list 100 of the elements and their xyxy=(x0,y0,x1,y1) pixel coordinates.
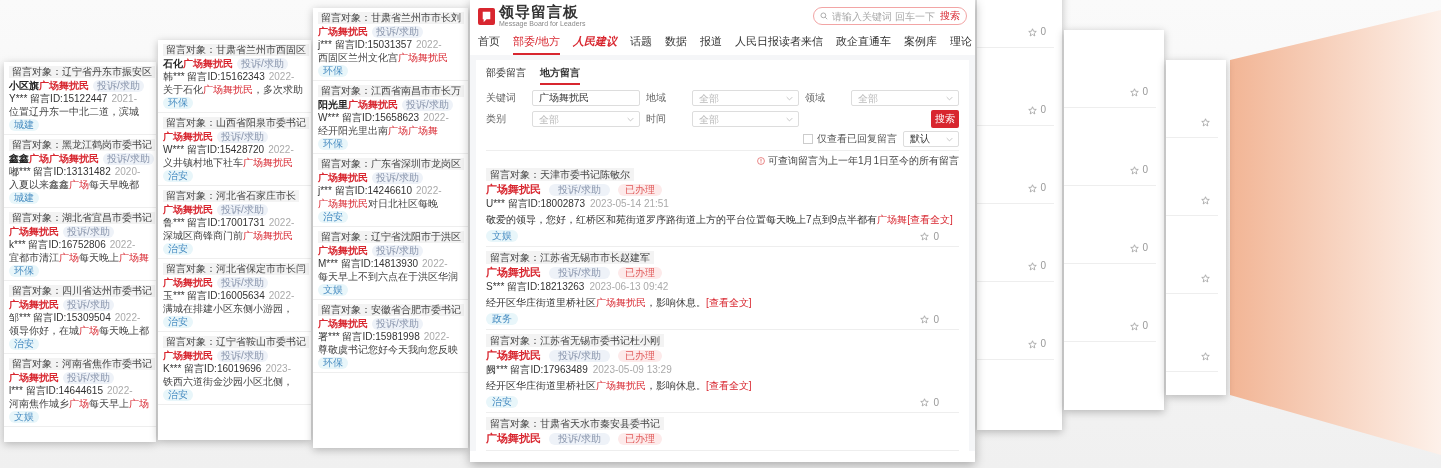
site-title: 领导留言板 xyxy=(499,4,580,20)
dropdown-field[interactable]: 全部 xyxy=(691,90,800,106)
author-id: 阙*** 留言ID:17963489 xyxy=(486,364,588,376)
search-button[interactable]: 搜索 xyxy=(940,9,960,23)
message-target: 留言对象：甘肃省兰州市市长刘 xyxy=(318,12,464,24)
star-icon[interactable] xyxy=(1028,184,1038,193)
like-count: 0 xyxy=(1142,164,1148,175)
message-title[interactable]: 广场舞扰民 xyxy=(163,203,213,216)
star-icon[interactable] xyxy=(1130,166,1140,175)
author-id: W*** 留言ID:15428720 xyxy=(163,144,265,156)
message-title[interactable]: 广场舞扰民 xyxy=(9,371,59,384)
author-id: 玉*** 留言ID:16005634 xyxy=(163,290,265,302)
star-icon[interactable] xyxy=(1201,196,1210,205)
topic-tag: 治安 xyxy=(163,170,193,182)
star-icon[interactable] xyxy=(1028,28,1038,37)
message-target: 留言对象：甘肃省天水市秦安县委书记 xyxy=(486,417,664,430)
message-excerpt: 广场舞扰民对日北社区每晚 xyxy=(318,198,439,210)
category-badge: 投诉/求助 xyxy=(402,98,453,111)
sort-dropdown[interactable]: 默认 xyxy=(903,131,959,147)
message-target: 留言对象：江苏省无锡市市长赵建军 xyxy=(486,251,654,264)
nav-link[interactable]: 人民日报读者来信 xyxy=(735,34,824,55)
checkbox-label[interactable]: 仅查看已回复留言 xyxy=(817,132,897,146)
brand-nav-link[interactable]: 人民建议 xyxy=(573,34,618,55)
category-badge: 投诉/求助 xyxy=(63,225,114,238)
filter-label: 地域 xyxy=(645,91,667,105)
star-icon[interactable] xyxy=(1028,262,1038,271)
author-id: 嘟*** 留言ID:13131482 xyxy=(9,166,111,178)
message-title[interactable]: 广场舞扰民 xyxy=(318,171,368,184)
message-title[interactable]: 广场舞扰民 xyxy=(486,348,541,363)
nav-link[interactable]: 理论 xyxy=(950,34,973,55)
info-icon xyxy=(756,157,765,165)
nav-link[interactable]: 报道 xyxy=(700,34,723,55)
message-title[interactable]: 广场舞扰民 xyxy=(163,276,213,289)
message-title[interactable]: 鑫鑫广场广场舞扰民 xyxy=(9,152,99,165)
tab[interactable]: 部委留言 xyxy=(486,66,526,85)
message-date: 2023-05-14 21:51 xyxy=(589,198,669,210)
input-field[interactable]: 广场舞扰民 xyxy=(532,90,640,106)
dropdown-field[interactable]: 全部 xyxy=(691,111,800,127)
message-title[interactable]: 广场舞扰民 xyxy=(163,130,213,143)
category-badge: 投诉/求助 xyxy=(549,266,610,279)
star-icon[interactable] xyxy=(1201,352,1210,361)
star-icon[interactable] xyxy=(1130,322,1140,331)
star-icon[interactable] xyxy=(1201,274,1210,283)
message-title[interactable]: 广场舞扰民 xyxy=(163,349,213,362)
star-icon[interactable] xyxy=(920,231,930,241)
message-title[interactable]: 广场舞扰民 xyxy=(486,265,541,280)
message-title[interactable]: 广场舞扰民 xyxy=(9,298,59,311)
message-date: 2022- xyxy=(114,312,141,324)
tab[interactable]: 地方留言 xyxy=(540,66,580,85)
view-full-link[interactable]: [查看全文] xyxy=(706,380,752,391)
message-excerpt: 敬爱的领导，您好，红桥区和苑街道罗序路街道上方的平台位置每天晚上7点到9点半都有广场舞[查看全文] xyxy=(486,214,954,226)
message-title[interactable]: 广场舞扰民 xyxy=(9,225,59,238)
status-badge: 已办理 xyxy=(617,432,662,445)
nav-link[interactable]: 政企直通车 xyxy=(836,34,892,55)
message-date: 2022- xyxy=(268,71,295,83)
author-id: 鲁*** 留言ID:17001731 xyxy=(163,217,265,229)
view-full-link[interactable]: [查看全文] xyxy=(706,297,752,308)
dropdown-field[interactable]: 全部 xyxy=(532,111,640,127)
message-excerpt: 领导你好，在城广场每天晚上都 xyxy=(9,325,150,337)
message-title[interactable]: 广场舞扰民 xyxy=(318,317,368,330)
star-icon[interactable] xyxy=(1028,106,1038,115)
message-target: 留言对象：辽宁省鞍山市委书记 xyxy=(163,336,309,348)
message-target: 留言对象：天津市委书记陈敏尔 xyxy=(486,168,634,181)
notice-text: 可查询留言为上一年1月1日至今的所有留言 xyxy=(767,154,959,168)
topic-tag: 环保 xyxy=(318,65,348,77)
message-title[interactable]: 广场舞扰民 xyxy=(486,431,541,446)
category-badge: 投诉/求助 xyxy=(93,79,144,92)
nav-link[interactable]: 数据 xyxy=(665,34,688,55)
message-excerpt: 位置辽丹东一中北二道，滨城 xyxy=(9,106,140,118)
message-title[interactable]: 广场舞扰民 xyxy=(486,182,541,197)
author-id: 署*** 留言ID:15981998 xyxy=(318,331,420,343)
dropdown-field[interactable]: 全部 xyxy=(851,90,959,106)
star-icon[interactable] xyxy=(920,314,930,324)
message-date: 2023- xyxy=(265,363,291,375)
star-icon[interactable] xyxy=(1028,340,1038,349)
message-title[interactable]: 广场舞扰民 xyxy=(318,25,368,38)
category-badge: 投诉/求助 xyxy=(217,276,268,289)
category-badge: 投诉/求助 xyxy=(549,183,610,196)
message-target: 留言对象：广东省深圳市龙岗区 xyxy=(318,158,464,170)
message-title[interactable]: 阳光里广场舞扰民 xyxy=(318,98,398,111)
author-id: Y*** 留言ID:15122447 xyxy=(9,93,108,105)
nav-link[interactable]: 案例库 xyxy=(904,34,938,55)
message-title[interactable]: 小区旗广场舞扰民 xyxy=(9,79,89,92)
view-full-link[interactable]: [查看全文] xyxy=(907,214,953,225)
message-target: 留言对象：甘肃省兰州市西固区 xyxy=(163,44,309,56)
message-target: 留言对象：河北省保定市市长闫 xyxy=(163,263,309,275)
search-button[interactable]: 搜索 xyxy=(931,110,959,128)
message-date: 2022- xyxy=(422,258,448,270)
message-target: 留言对象：河南省焦作市委书记 xyxy=(9,358,155,370)
nav-link[interactable]: 话题 xyxy=(630,34,653,55)
message-title[interactable]: 石化广场舞扰民 xyxy=(163,57,233,70)
star-icon[interactable] xyxy=(1201,118,1210,127)
star-icon[interactable] xyxy=(1130,88,1140,97)
nav-link[interactable]: 首页 xyxy=(478,34,500,55)
checkbox[interactable] xyxy=(803,134,813,144)
star-icon[interactable] xyxy=(920,397,930,407)
message-title[interactable]: 广场舞扰民 xyxy=(318,244,368,257)
topic-tag: 治安 xyxy=(163,243,193,255)
star-icon[interactable] xyxy=(1130,244,1140,253)
message-target: 留言对象：辽宁省丹东市振安区 xyxy=(9,66,155,78)
